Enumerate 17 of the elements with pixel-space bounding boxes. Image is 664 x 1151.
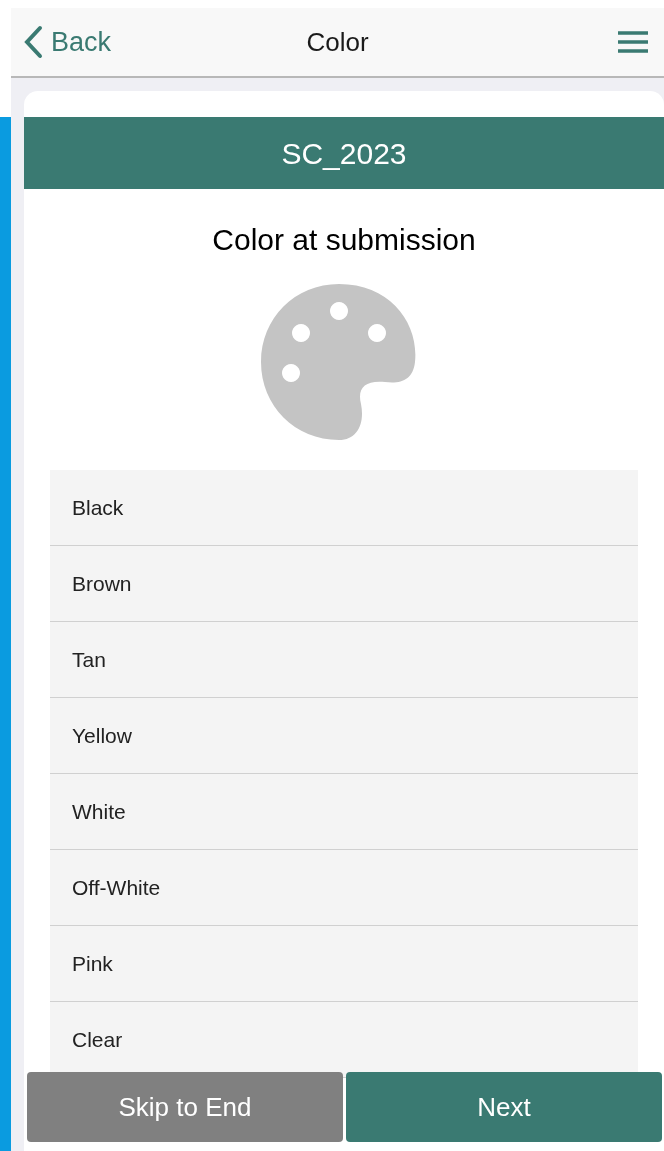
option-row[interactable]: Tan: [50, 622, 638, 698]
next-button[interactable]: Next: [346, 1072, 662, 1142]
survey-header: SC_2023: [24, 117, 664, 189]
option-row[interactable]: Clear: [50, 1002, 638, 1078]
question-text: Color at submission: [211, 222, 477, 258]
option-row[interactable]: Brown: [50, 546, 638, 622]
option-row[interactable]: Off-White: [50, 850, 638, 926]
skip-to-end-button[interactable]: Skip to End: [27, 1072, 343, 1142]
option-row[interactable]: Yellow: [50, 698, 638, 774]
option-row[interactable]: Black: [50, 470, 638, 546]
back-button[interactable]: Back: [23, 21, 112, 63]
chevron-left-icon: [23, 25, 43, 59]
option-row[interactable]: White: [50, 774, 638, 850]
menu-icon[interactable]: [618, 31, 648, 53]
option-row[interactable]: Pink: [50, 926, 638, 1002]
screen-title: Color: [306, 25, 369, 59]
palette-icon: [261, 284, 417, 440]
